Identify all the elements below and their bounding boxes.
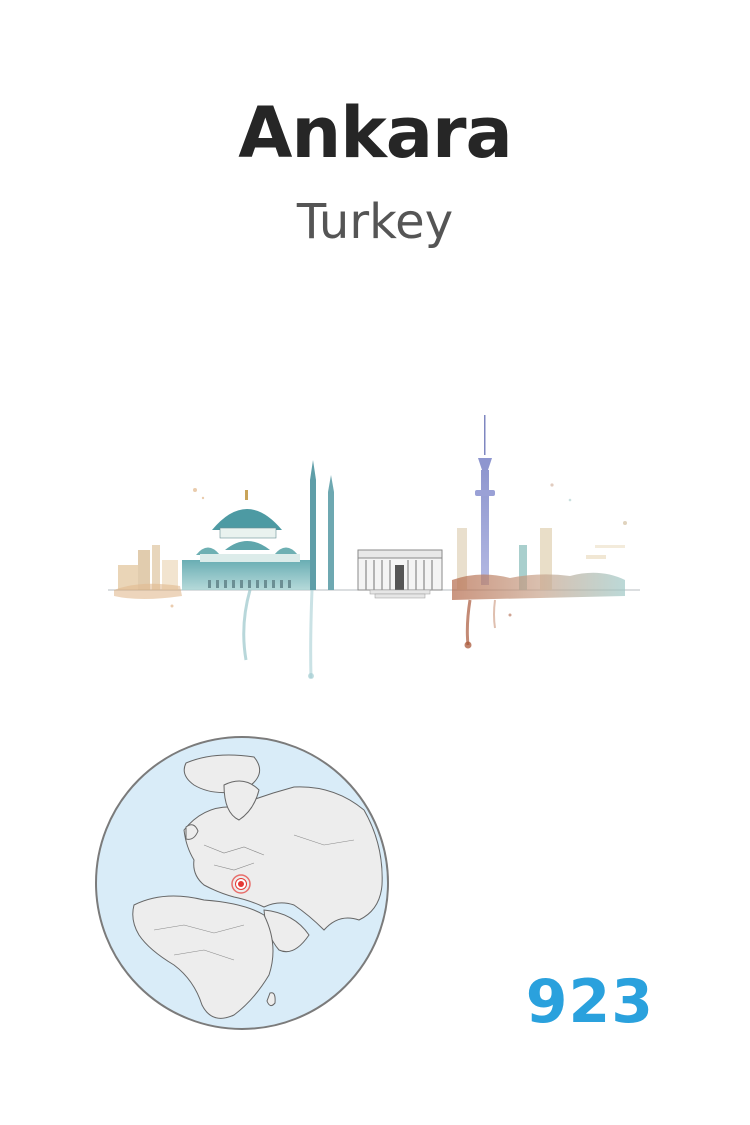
mosque bbox=[182, 460, 334, 679]
right-buildings bbox=[452, 528, 625, 649]
city-card: Ankara Turkey 923 bbox=[0, 0, 750, 1125]
left-buildings bbox=[114, 545, 182, 599]
globe-map-icon bbox=[95, 736, 389, 1030]
tv-tower bbox=[475, 415, 495, 585]
watercolor-skyline-illustration bbox=[108, 415, 640, 679]
mausoleum bbox=[357, 549, 443, 599]
city-title: Ankara bbox=[238, 92, 513, 174]
card-number: 923 bbox=[525, 967, 654, 1037]
country-subtitle: Turkey bbox=[296, 194, 454, 250]
